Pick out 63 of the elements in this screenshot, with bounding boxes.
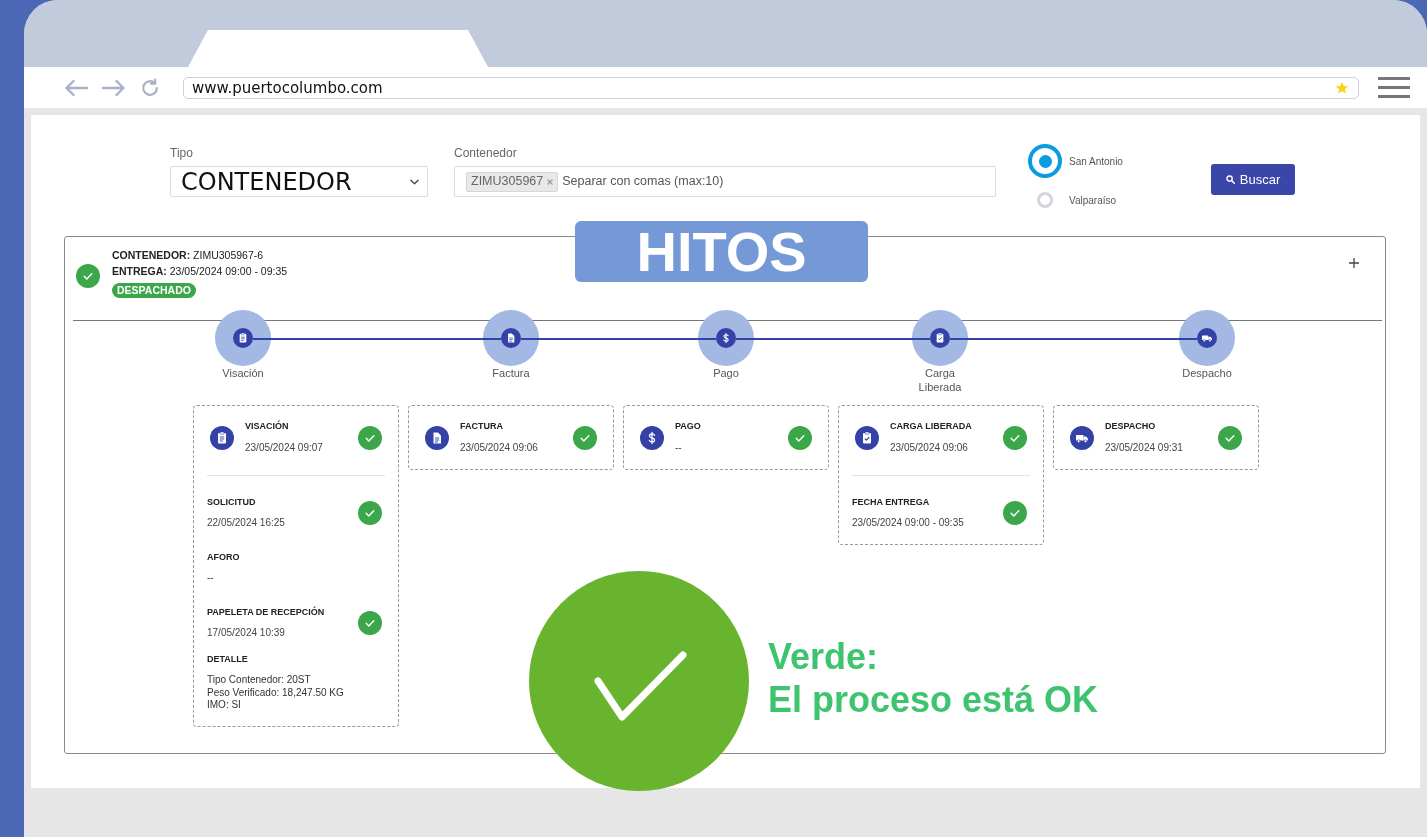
radio-label: San Antonio	[1069, 154, 1123, 169]
milestone-value: 23/05/2024 09:07	[245, 441, 323, 455]
detail-line: IMO: SI	[207, 699, 242, 712]
chevron-down-icon[interactable]	[410, 178, 419, 185]
field-label: Tipo	[170, 146, 194, 161]
menu-icon[interactable]	[1378, 77, 1410, 98]
radio-button[interactable]	[1028, 144, 1062, 178]
dollar-icon	[640, 426, 664, 450]
timeline-label: Visación	[221, 366, 265, 380]
milestone-title: DESPACHO	[1105, 420, 1157, 433]
clipboard-check-icon	[930, 328, 950, 348]
step-value: 17/05/2024 10:39	[207, 626, 286, 640]
card-info-line: CONTENEDOR: ZIMU305967-6	[112, 248, 265, 263]
back-icon[interactable]	[64, 78, 88, 97]
detail-line: Peso Verificado: 18,247.50 KG	[207, 686, 345, 699]
browser-tab[interactable]	[188, 30, 488, 67]
search-icon[interactable]	[1225, 175, 1235, 184]
search-button[interactable]: Buscar	[1211, 164, 1295, 195]
section-banner: HITOS	[575, 221, 868, 282]
step-value: --	[207, 571, 215, 585]
detail-line: Tipo Contenedor: 20ST	[207, 674, 312, 687]
star-icon[interactable]	[1335, 80, 1349, 95]
radio-label: Valparaíso	[1069, 193, 1117, 208]
step-title: FECHA ENTREGA	[852, 496, 931, 509]
step-value: 23/05/2024 09:00 - 09:35	[852, 516, 964, 530]
card-info-line: ENTREGA: 23/05/2024 09:00 - 09:35	[112, 264, 288, 279]
milestone-value: 23/05/2024 09:06	[890, 441, 969, 455]
milestone-title: PAGO	[675, 420, 701, 433]
type-select[interactable]: CONTENEDOR	[170, 166, 428, 197]
timeline-label: Despacho	[1181, 366, 1233, 380]
step-title: SOLICITUD	[207, 496, 257, 509]
milestone-title: FACTURA	[460, 420, 504, 433]
reload-icon[interactable]	[140, 77, 160, 98]
milestone-title: CARGA LIBERADA	[890, 420, 972, 433]
truck-icon	[1070, 426, 1094, 450]
step-title: AFORO	[207, 551, 240, 564]
document-icon	[501, 328, 521, 348]
legend-text: El proceso está OK	[768, 678, 1099, 721]
detail-title: DETALLE	[207, 653, 249, 666]
truck-icon	[1197, 328, 1217, 348]
clipboard-icon	[210, 426, 234, 450]
timeline-label: Factura	[491, 366, 531, 380]
step-value: 22/05/2024 16:25	[207, 516, 285, 530]
legend-title: Verde:	[768, 635, 880, 678]
clipboard-check-icon	[855, 426, 879, 450]
forward-icon[interactable]	[102, 78, 126, 97]
plus-icon[interactable]	[1349, 258, 1359, 268]
address-bar[interactable]: www.puertocolumbo.com	[183, 76, 1359, 99]
milestone-title: VISACIÓN	[245, 419, 290, 433]
milestone-value: 23/05/2024 09:06	[460, 441, 538, 455]
field-label: Contenedor	[454, 146, 518, 161]
milestone-value: 23/05/2024 09:31	[1105, 441, 1183, 455]
tag-chip[interactable]: ZIMU305967	[466, 171, 559, 192]
status-badge: DESPACHADO	[112, 283, 196, 298]
remove-icon[interactable]	[547, 178, 554, 185]
dollar-icon	[716, 328, 736, 348]
milestone-value: --	[675, 441, 683, 455]
container-input[interactable]: ZIMU305967 Separar con comas (max:10)	[454, 166, 996, 197]
step-title: PAPELETA DE RECEPCIÓN	[207, 605, 325, 619]
timeline-label: Carga Liberada	[917, 366, 963, 394]
clipboard-icon	[233, 328, 253, 348]
timeline-label: Pago	[712, 366, 740, 380]
document-icon	[425, 426, 449, 450]
